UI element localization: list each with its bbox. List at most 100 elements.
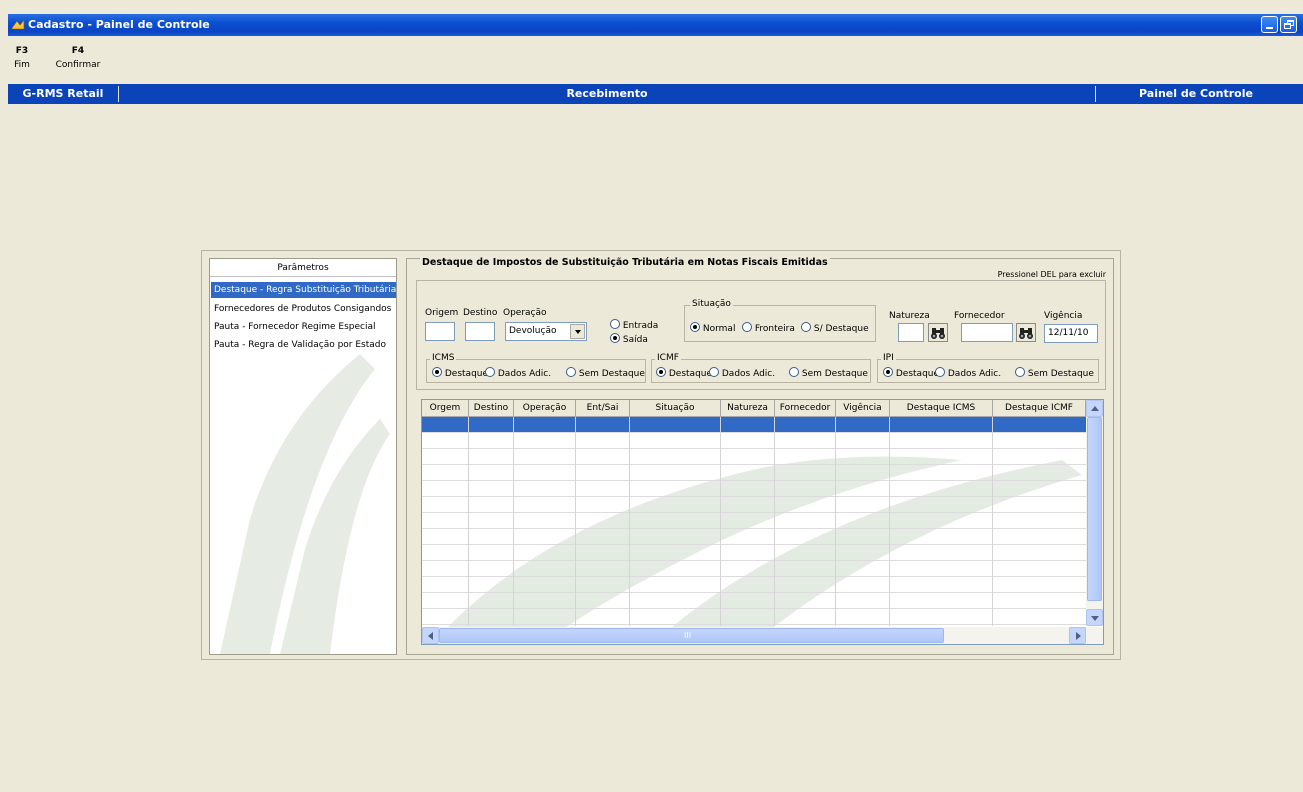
horizontal-scrollbar[interactable]: III [422, 627, 1103, 644]
natureza-search-button[interactable] [928, 323, 948, 342]
situacao-sem-destaque-radio[interactable]: S/ Destaque [801, 322, 869, 334]
fkey-label: Confirmar [55, 60, 101, 70]
fornecedor-search-button[interactable] [1016, 323, 1036, 342]
form-title: Destaque de Impostos de Substituição Tri… [420, 257, 830, 269]
table-row[interactable] [422, 513, 1086, 529]
chevron-left-icon [428, 632, 433, 640]
column-header-destaque-icms[interactable]: Destaque ICMS [890, 400, 993, 417]
chevron-right-icon [1076, 632, 1081, 640]
column-header-operacao[interactable]: Operação [514, 400, 576, 417]
column-header-destino[interactable]: Destino [469, 400, 514, 417]
column-header-situacao[interactable]: Situação [630, 400, 721, 417]
radio-circle [432, 367, 442, 377]
column-header-destaque-icmf[interactable]: Destaque ICMF [993, 400, 1086, 417]
column-header-natureza[interactable]: Natureza [721, 400, 775, 417]
table-row[interactable] [422, 481, 1086, 497]
situacao-fronteira-radio[interactable]: Fronteira [742, 322, 795, 334]
column-divider [575, 417, 576, 626]
situacao-option-label: S/ Destaque [813, 324, 869, 334]
column-divider [629, 417, 630, 626]
ipi-option-label: Sem Destaque [1027, 369, 1094, 379]
ipi-sem-destaque-radio[interactable]: Sem Destaque [1015, 367, 1094, 379]
radio-circle [566, 367, 576, 377]
parameter-item-fornecedores[interactable]: Fornecedores de Produtos Consigandos [211, 301, 396, 317]
column-divider [774, 417, 775, 626]
column-header-vigencia[interactable]: Vigência [836, 400, 890, 417]
chevron-up-icon [1091, 406, 1099, 411]
table-row[interactable] [422, 433, 1086, 449]
parameters-title: Parâmetros [210, 263, 396, 277]
operacao-select[interactable]: Devolução [505, 322, 587, 341]
icms-destaque-radio[interactable]: Destaque [432, 367, 488, 379]
table-row[interactable] [422, 609, 1086, 625]
f4-confirmar-button[interactable]: F4 Confirmar [52, 46, 104, 70]
table-row[interactable] [422, 577, 1086, 593]
fornecedor-label: Fornecedor [954, 311, 1005, 321]
destino-label: Destino [463, 308, 498, 318]
situacao-normal-radio[interactable]: Normal [690, 322, 735, 334]
column-divider [835, 417, 836, 626]
origem-label: Origem [425, 308, 459, 318]
destino-input[interactable] [465, 322, 495, 341]
table-row[interactable] [422, 593, 1086, 609]
icmf-destaque-radio[interactable]: Destaque [656, 367, 712, 379]
scroll-left-button[interactable] [422, 627, 439, 644]
window-titlebar[interactable]: Cadastro - Painel de Controle [8, 14, 1303, 36]
column-header-fornecedor[interactable]: Fornecedor [775, 400, 836, 417]
radio-circle [742, 322, 752, 332]
table-row[interactable] [422, 497, 1086, 513]
ipi-dados-adic-radio[interactable]: Dados Adic. [935, 367, 1001, 379]
binoculars-icon [1019, 328, 1033, 339]
table-row[interactable] [422, 449, 1086, 465]
parameter-item-destaque[interactable]: Destaque - Regra Substituição Tributária [211, 282, 396, 298]
radio-circle [656, 367, 666, 377]
function-keys: F3 Fim F4 Confirmar [10, 46, 140, 78]
restore-button[interactable] [1280, 16, 1297, 33]
fornecedor-input[interactable] [961, 323, 1013, 342]
icms-dados-adic-radio[interactable]: Dados Adic. [485, 367, 551, 379]
f3-fim-button[interactable]: F3 Fim [10, 46, 34, 70]
table-row[interactable] [422, 465, 1086, 481]
window-title: Cadastro - Painel de Controle [28, 18, 210, 31]
icms-sem-destaque-radio[interactable]: Sem Destaque [566, 367, 645, 379]
table-row[interactable] [422, 545, 1086, 561]
entrada-label: Entrada [622, 321, 659, 331]
ipi-option-label: Destaque [895, 369, 940, 379]
column-header-ent-sai[interactable]: Ent/Sai [576, 400, 630, 417]
horizontal-scroll-thumb[interactable]: III [439, 628, 944, 643]
column-divider [889, 417, 890, 626]
origem-input[interactable] [425, 322, 455, 341]
table-row-selected[interactable] [422, 417, 1086, 433]
vigencia-input[interactable]: 12/11/10 [1044, 324, 1098, 343]
radio-circle [709, 367, 719, 377]
chevron-down-icon[interactable] [570, 324, 585, 339]
icmf-title: ICMF [655, 353, 681, 364]
saida-radio[interactable]: Saída [610, 333, 648, 345]
scroll-down-button[interactable] [1086, 609, 1103, 626]
icmf-sem-destaque-radio[interactable]: Sem Destaque [789, 367, 868, 379]
minimize-button[interactable] [1261, 16, 1278, 33]
grid-header: Orgem Destino Operação Ent/Sai Situação … [422, 400, 1086, 417]
minimize-icon [1266, 27, 1273, 29]
icmf-dados-adic-radio[interactable]: Dados Adic. [709, 367, 775, 379]
vertical-scroll-thumb[interactable] [1087, 417, 1102, 601]
saida-label: Saída [622, 335, 648, 345]
entrada-radio[interactable]: Entrada [610, 319, 658, 331]
natureza-input[interactable] [898, 323, 924, 342]
vertical-scrollbar[interactable] [1086, 400, 1103, 626]
table-row[interactable] [422, 561, 1086, 577]
table-row[interactable] [422, 529, 1086, 545]
parameter-item-pauta-fornecedor[interactable]: Pauta - Fornecedor Regime Especial [211, 319, 396, 335]
scroll-right-button[interactable] [1069, 627, 1086, 644]
parameter-item-pauta-regra[interactable]: Pauta - Regra de Validação por Estado [211, 337, 396, 353]
radio-circle [610, 319, 620, 329]
column-divider [992, 417, 993, 626]
column-header-origem[interactable]: Orgem [422, 400, 469, 417]
scroll-up-button[interactable] [1086, 400, 1103, 417]
radio-circle [610, 333, 620, 343]
icms-option-label: Destaque [444, 369, 489, 379]
rules-grid[interactable]: Orgem Destino Operação Ent/Sai Situação … [421, 399, 1104, 645]
fkey-code: F3 [15, 46, 29, 56]
ipi-destaque-radio[interactable]: Destaque [883, 367, 939, 379]
icms-title: ICMS [430, 353, 457, 364]
